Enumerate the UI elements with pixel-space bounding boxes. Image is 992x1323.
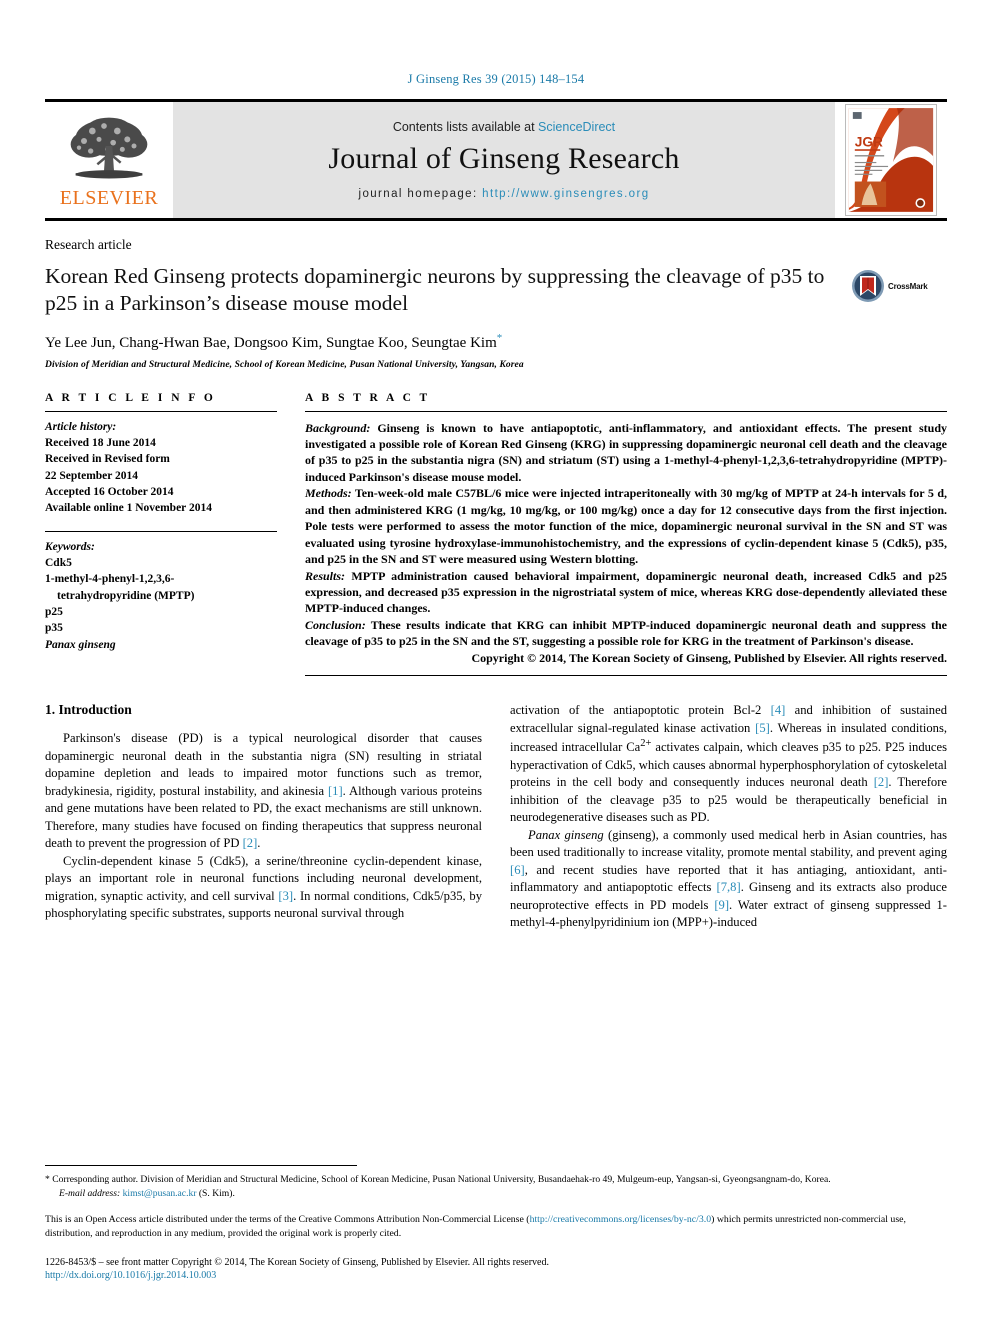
citation-ref[interactable]: [5] bbox=[755, 721, 770, 735]
intro-paragraph-3: activation of the antiapoptotic protein … bbox=[510, 702, 947, 827]
svg-text:JGR: JGR bbox=[855, 134, 883, 149]
keyword-item: tetrahydropyridine (MPTP) bbox=[57, 589, 195, 602]
citation-ref[interactable]: [9] bbox=[714, 898, 729, 912]
author-list: Ye Lee Jun, Chang-Hwan Bae, Dongsoo Kim,… bbox=[45, 332, 835, 352]
intro-paragraph-1: Parkinson's disease (PD) is a typical ne… bbox=[45, 730, 482, 853]
citation-ref[interactable]: [2] bbox=[874, 775, 889, 789]
journal-masthead: ELSEVIER Contents lists available at Sci… bbox=[45, 99, 947, 221]
citation-ref[interactable]: [4] bbox=[771, 703, 786, 717]
footnote-divider bbox=[45, 1164, 357, 1166]
journal-homepage-line: journal homepage: http://www.ginsengres.… bbox=[359, 188, 650, 200]
abstract-conclusion-label: Conclusion: bbox=[305, 617, 366, 632]
citation-ref[interactable]: [1] bbox=[328, 784, 343, 798]
abstract-column: A B S T R A C T Background: Ginseng is k… bbox=[305, 392, 947, 677]
jgr-cover-image: JGR bbox=[845, 104, 937, 216]
elsevier-wordmark: ELSEVIER bbox=[59, 187, 159, 209]
license-text-a: This is an Open Access article distribut… bbox=[45, 1213, 530, 1225]
keyword-item: p25 bbox=[45, 605, 63, 618]
intro-p3-a: activation of the antiapoptotic protein … bbox=[510, 703, 771, 718]
crossmark-label: CrossMark bbox=[888, 281, 928, 291]
history-received: Received 18 June 2014 bbox=[45, 436, 156, 449]
paper-page: J Ginseng Res 39 (2015) 148–154 ELSEVIER… bbox=[0, 0, 992, 1323]
body-columns: 1. Introduction Parkinson's disease (PD)… bbox=[45, 702, 947, 1002]
crossmark-badge[interactable]: CrossMark bbox=[851, 263, 947, 303]
corresponding-author-marker: * bbox=[496, 331, 503, 344]
keywords-block: Keywords: Cdk5 1-methyl-4-phenyl-1,2,3,6… bbox=[45, 530, 277, 653]
body-column-left: 1. Introduction Parkinson's disease (PD)… bbox=[45, 702, 482, 1002]
keyword-item: 1-methyl-4-phenyl-1,2,3,6- bbox=[45, 573, 175, 586]
history-online: Available online 1 November 2014 bbox=[45, 502, 212, 515]
keyword-item: p35 bbox=[45, 622, 63, 635]
history-revised-date: 22 September 2014 bbox=[45, 469, 139, 482]
author-names: Ye Lee Jun, Chang-Hwan Bae, Dongsoo Kim,… bbox=[45, 334, 497, 351]
keyword-item: Panax ginseng bbox=[45, 638, 116, 651]
abstract-background-text: Ginseng is known to have antiapoptotic, … bbox=[305, 420, 947, 484]
abstract-body: Background: Ginseng is known to have ant… bbox=[305, 410, 947, 677]
running-head: J Ginseng Res 39 (2015) 148–154 bbox=[407, 72, 585, 86]
intro-paragraph-2: Cyclin-dependent kinase 5 (Cdk5), a seri… bbox=[45, 853, 482, 923]
page-title: Korean Red Ginseng protects dopaminergic… bbox=[45, 264, 825, 316]
email-line: E-mail address: kimst@pusan.ac.kr (S. Ki… bbox=[45, 1188, 947, 1199]
citation-ref[interactable]: [3] bbox=[278, 889, 293, 903]
page-footer: * Corresponding author. Division of Meri… bbox=[45, 1164, 947, 1281]
abstract-conclusion-text: These results indicate that KRG can inhi… bbox=[305, 617, 947, 649]
email-link[interactable]: kimst@pusan.ac.kr bbox=[123, 1188, 197, 1199]
abstract-results-label: Results: bbox=[305, 568, 346, 583]
issn-copyright-line: 1226-8453/$ – see front matter Copyright… bbox=[45, 1257, 549, 1268]
abstract-results-text: MPTP administration caused behavioral im… bbox=[305, 568, 947, 616]
masthead-center: Contents lists available at ScienceDirec… bbox=[173, 102, 835, 218]
keywords-label: Keywords: bbox=[45, 540, 95, 553]
crossmark-icon bbox=[852, 270, 884, 302]
citation-ref[interactable]: [7,8] bbox=[717, 880, 741, 894]
abstract-background-label: Background: bbox=[305, 420, 371, 435]
article-info-heading: A R T I C L E I N F O bbox=[45, 391, 216, 404]
article-history-label: Article history: bbox=[45, 420, 117, 433]
corresponding-author-note: * Corresponding author. Division of Meri… bbox=[45, 1173, 831, 1185]
abstract-heading: A B S T R A C T bbox=[305, 391, 431, 404]
keyword-item: Cdk5 bbox=[45, 556, 72, 569]
sciencedirect-link[interactable]: ScienceDirect bbox=[538, 120, 615, 134]
journal-cover-thumbnail: JGR bbox=[835, 102, 947, 218]
article-info-column: A R T I C L E I N F O Article history: R… bbox=[45, 392, 277, 677]
abstract-methods-text: Ten-week-old male C57BL/6 mice were inje… bbox=[305, 486, 947, 567]
email-suffix: (S. Kim). bbox=[196, 1187, 235, 1199]
intro-p1-c: . bbox=[257, 836, 261, 851]
superscript-charge: 2+ bbox=[640, 738, 652, 750]
citation-ref[interactable]: [2] bbox=[243, 836, 258, 850]
abstract-background: Background: Ginseng is known to have ant… bbox=[305, 420, 947, 486]
abstract-methods-label: Methods: bbox=[305, 486, 352, 501]
title-block: Korean Red Ginseng protects dopaminergic… bbox=[45, 263, 947, 370]
abstract-methods: Methods: Ten-week-old male C57BL/6 mice … bbox=[305, 485, 947, 567]
species-name: Panax ginseng bbox=[528, 827, 604, 842]
title-column: Korean Red Ginseng protects dopaminergic… bbox=[45, 263, 851, 370]
article-type-label: Research article bbox=[45, 237, 132, 252]
email-label: E-mail address: bbox=[59, 1187, 121, 1199]
homepage-url-link[interactable]: http://www.ginsengres.org bbox=[482, 188, 649, 200]
contents-available-line: Contents lists available at ScienceDirec… bbox=[393, 120, 615, 134]
license-url-link[interactable]: http://creativecommons.org/licenses/by-n… bbox=[530, 1214, 712, 1225]
abstract-copyright: Copyright © 2014, The Korean Society of … bbox=[471, 650, 947, 665]
contents-prefix: Contents lists available at bbox=[392, 120, 539, 134]
section-heading-introduction: 1. Introduction bbox=[45, 702, 132, 718]
doi-link[interactable]: http://dx.doi.org/10.1016/j.jgr.2014.10.… bbox=[45, 1270, 947, 1281]
history-accepted: Accepted 16 October 2014 bbox=[45, 485, 174, 498]
abstract-conclusion: Conclusion: These results indicate that … bbox=[305, 617, 947, 650]
abstract-results: Results: MPTP administration caused beha… bbox=[305, 568, 947, 617]
citation-ref[interactable]: [6] bbox=[510, 863, 525, 877]
elsevier-logo: ELSEVIER bbox=[45, 102, 173, 218]
intro-paragraph-4: Panax ginseng (ginseng), a commonly used… bbox=[510, 827, 947, 932]
info-abstract-region: A R T I C L E I N F O Article history: R… bbox=[45, 392, 947, 677]
affiliation: Division of Meridian and Structural Medi… bbox=[45, 359, 524, 370]
body-column-right: activation of the antiapoptotic protein … bbox=[510, 702, 947, 1002]
journal-title: Journal of Ginseng Research bbox=[328, 142, 680, 175]
license-note: This is an Open Access article distribut… bbox=[45, 1213, 947, 1241]
history-revised-label: Received in Revised form bbox=[45, 453, 170, 466]
elsevier-tree-icon bbox=[70, 117, 148, 179]
homepage-prefix: journal homepage: bbox=[358, 188, 483, 200]
article-history-block: Article history: Received 18 June 2014 R… bbox=[45, 410, 277, 517]
